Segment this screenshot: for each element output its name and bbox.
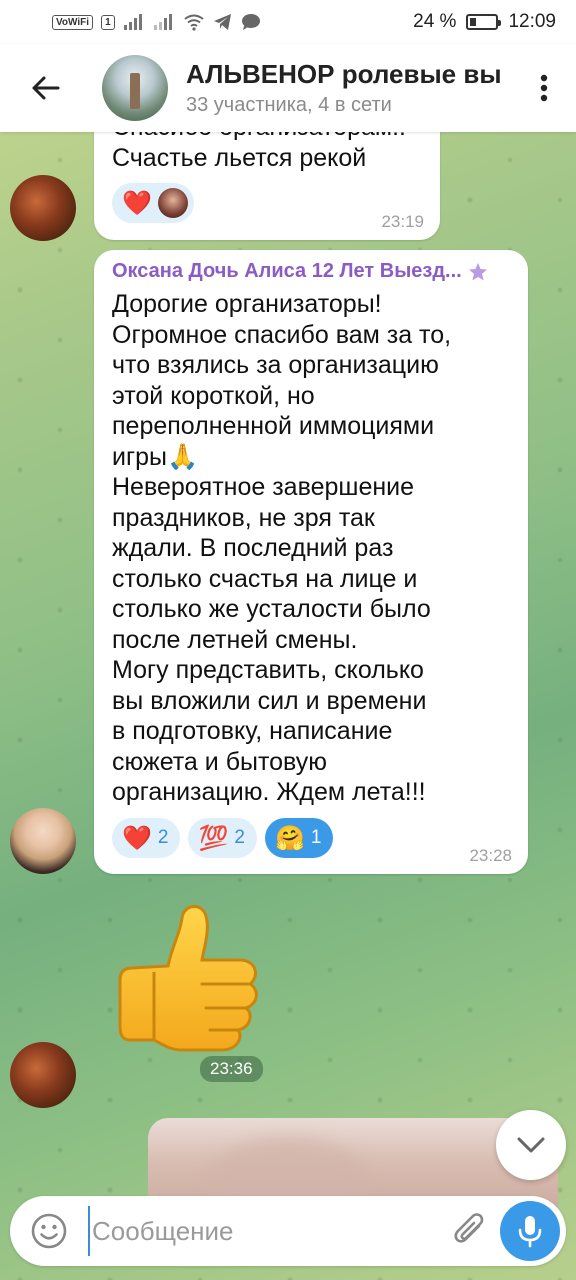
- more-vertical-icon: [540, 74, 548, 102]
- more-menu-button[interactable]: [512, 44, 576, 132]
- heart-icon: ❤️: [122, 189, 152, 217]
- chat-members-status: 33 участника, 4 в сети: [186, 94, 392, 116]
- sim-badge: 1: [101, 14, 115, 30]
- reaction-hundred[interactable]: 💯 2: [188, 817, 257, 858]
- reaction-count: 2: [234, 826, 245, 848]
- wifi-icon: [184, 14, 204, 31]
- message-composer: [10, 1196, 566, 1266]
- chat-header: АЛЬВЕНОР ролевые вы 33 участника, 4 в се…: [0, 44, 576, 132]
- group-avatar[interactable]: [102, 55, 168, 121]
- microphone-icon: [518, 1216, 542, 1248]
- heart-icon: ❤️: [122, 823, 152, 852]
- message-text: Дорогие организаторы! Огромное спасибо в…: [112, 290, 452, 806]
- chat-notification-icon: [241, 14, 260, 30]
- star-icon: [468, 262, 487, 280]
- chat-title: АЛЬВЕНОР ролевые вы: [186, 59, 502, 89]
- chat-info[interactable]: АЛЬВЕНОР ролевые вы 33 участника, 4 в се…: [186, 59, 512, 117]
- emoji-button[interactable]: [10, 1212, 88, 1250]
- attach-button[interactable]: [440, 1212, 500, 1250]
- clock: 12:09: [508, 11, 556, 32]
- back-button[interactable]: [0, 44, 90, 132]
- chevron-down-icon: [517, 1137, 545, 1153]
- voice-record-button[interactable]: [500, 1201, 560, 1261]
- arrow-left-icon: [32, 76, 60, 100]
- sender-avatar[interactable]: [10, 175, 76, 241]
- signal-icon-2: [153, 14, 172, 30]
- sender-avatar[interactable]: [10, 808, 76, 874]
- hugging-face-icon: 🤗: [274, 823, 305, 852]
- sender-name[interactable]: Оксана Дочь Алиса 12 Лет Выезд...: [112, 260, 510, 283]
- message-time: 23:19: [381, 212, 424, 231]
- battery-percent: 24 %: [413, 11, 457, 32]
- vowifi-badge: VoWiFi: [52, 14, 94, 30]
- scroll-to-bottom-button[interactable]: [496, 1110, 566, 1180]
- battery-fill: [470, 18, 477, 26]
- reaction-heart[interactable]: ❤️: [112, 183, 194, 223]
- battery-icon: [466, 14, 502, 30]
- reactor-avatar: [157, 188, 188, 218]
- reaction-hug[interactable]: 🤗 1: [264, 817, 334, 858]
- hundred-points-icon: 💯: [198, 823, 229, 852]
- status-bar: VoWiFi 1 24 % 12:09: [0, 0, 576, 44]
- signal-icon: [123, 14, 142, 30]
- reaction-heart[interactable]: ❤️ 2: [112, 817, 181, 858]
- smiley-icon: [31, 1213, 67, 1249]
- paperclip-icon: [454, 1213, 484, 1243]
- sender-avatar[interactable]: [10, 1042, 76, 1108]
- reaction-count: 1: [310, 826, 322, 848]
- sender-name-text: Оксана Дочь Алиса 12 Лет Выезд...: [112, 260, 462, 282]
- message-bubble[interactable]: Оксана Дочь Алиса 12 Лет Выезд... Дороги…: [94, 250, 528, 874]
- telegram-notification-icon: [213, 14, 231, 30]
- message-time: 23:36: [200, 1056, 263, 1082]
- thumbs-up-sticker[interactable]: [110, 896, 270, 1056]
- reaction-count: 2: [157, 826, 169, 848]
- message-input[interactable]: [88, 1206, 440, 1256]
- message-time: 23:28: [469, 846, 512, 865]
